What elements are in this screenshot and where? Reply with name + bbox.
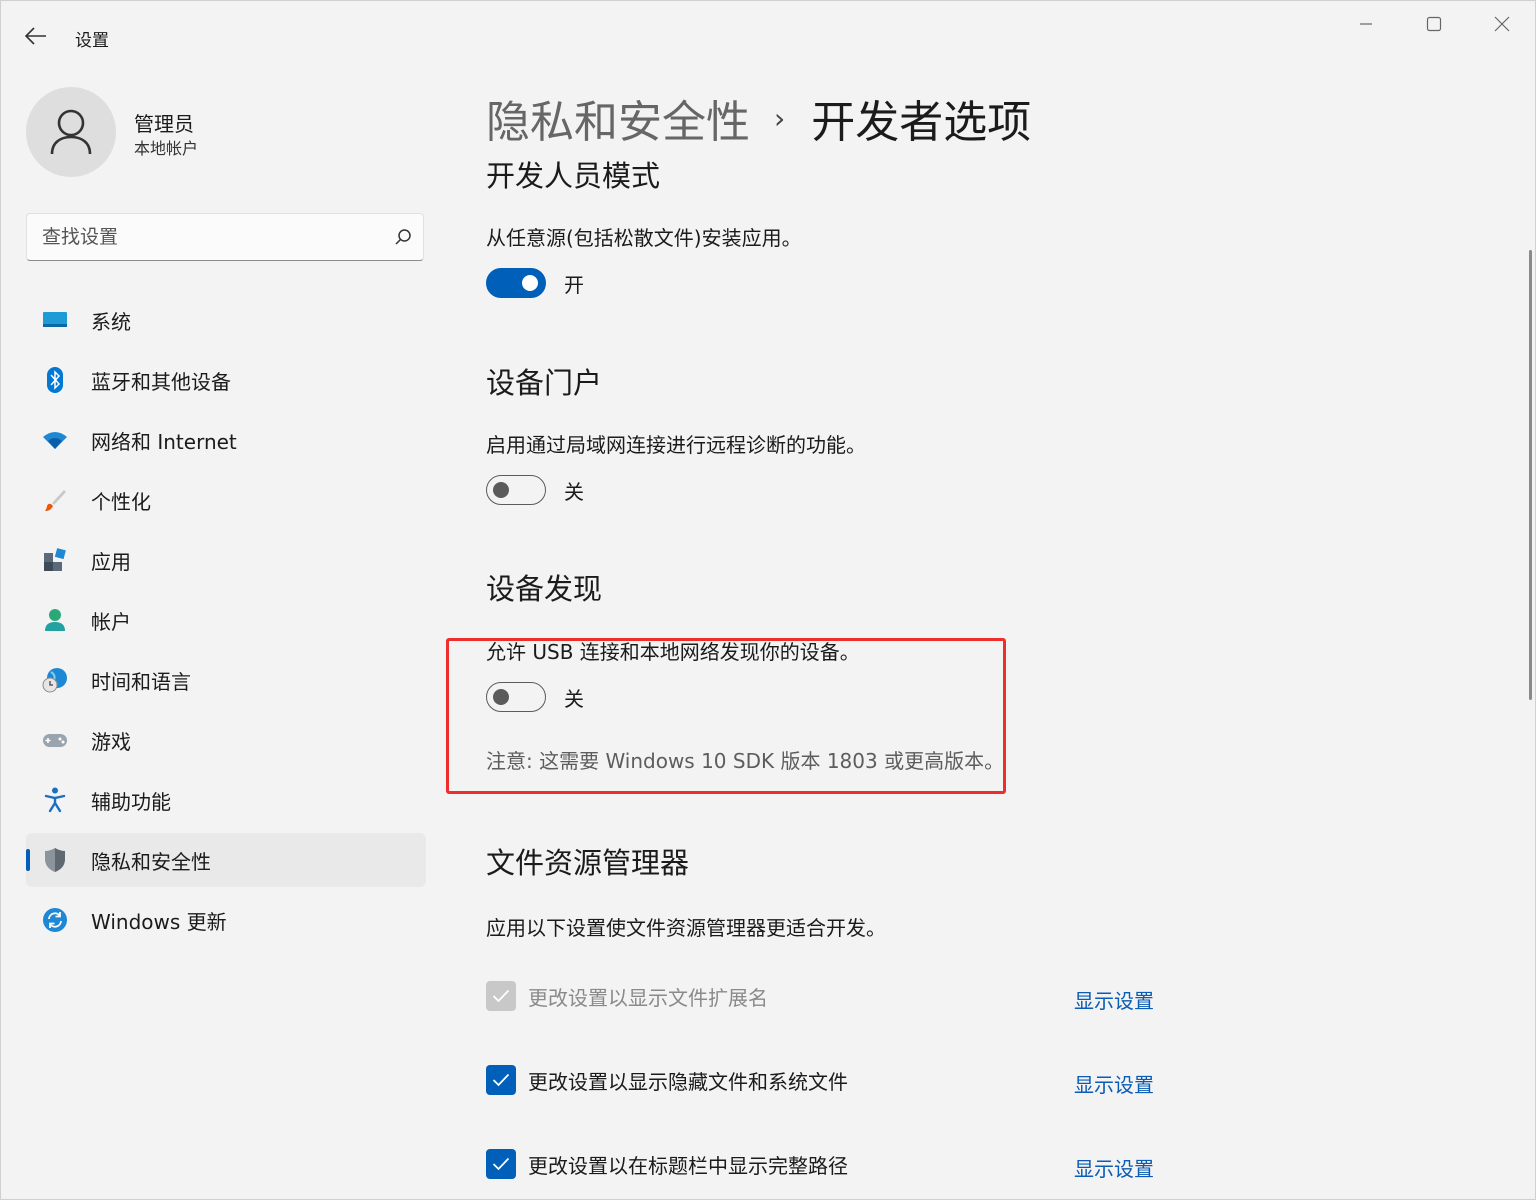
sidebar-item-time-language[interactable]: 时间和语言 — [26, 653, 426, 707]
minimize-icon — [1360, 23, 1372, 25]
sidebar-item-bluetooth[interactable]: 蓝牙和其他设备 — [26, 353, 426, 407]
accessibility-icon — [41, 786, 69, 814]
back-button[interactable] — [18, 20, 54, 52]
developer-mode-toggle-row: 开 — [486, 268, 584, 298]
user-name: 管理员 — [134, 112, 194, 136]
sidebar-item-label: 应用 — [91, 549, 131, 574]
option-row-full-path: 更改设置以在标题栏中显示完整路径 显示设置 — [486, 1149, 1186, 1182]
option-row-show-hidden: 更改设置以显示隐藏文件和系统文件 显示设置 — [486, 1065, 1186, 1098]
account-icon — [41, 606, 69, 634]
file-explorer-description: 应用以下设置使文件资源管理器更适合开发。 — [486, 916, 886, 940]
device-portal-toggle-label: 关 — [564, 479, 584, 504]
update-icon — [41, 906, 69, 934]
breadcrumb-parent[interactable]: 隐私和安全性 — [486, 86, 750, 150]
avatar[interactable] — [26, 87, 116, 177]
checkmark-icon — [492, 1073, 510, 1087]
close-icon — [1494, 16, 1510, 32]
breadcrumb: 隐私和安全性 › 开发者选项 — [486, 86, 1031, 150]
sidebar-item-label: 时间和语言 — [91, 669, 191, 694]
show-hidden-files-label: 更改设置以显示隐藏文件和系统文件 — [528, 1069, 848, 1094]
maximize-button[interactable] — [1400, 0, 1468, 48]
device-portal-toggle[interactable] — [486, 475, 546, 505]
file-explorer-title: 文件资源管理器 — [486, 846, 690, 880]
scrollbar[interactable] — [1529, 250, 1532, 700]
search-icon[interactable] — [383, 217, 423, 257]
globe-clock-icon — [41, 666, 69, 694]
show-hidden-files-checkbox[interactable] — [486, 1065, 516, 1095]
sidebar-item-label: 帐户 — [91, 609, 131, 634]
shield-icon — [41, 846, 69, 874]
highlight-annotation-box — [446, 638, 1006, 794]
show-extensions-checkbox[interactable] — [486, 981, 516, 1011]
checkmark-icon — [492, 1157, 510, 1171]
minimize-button[interactable] — [1332, 0, 1400, 48]
device-discovery-title: 设备发现 — [486, 572, 603, 606]
sidebar-item-personalization[interactable]: 个性化 — [26, 473, 426, 527]
developer-mode-description: 从任意源(包括松散文件)安装应用。 — [486, 226, 802, 250]
sidebar-nav: 系统 蓝牙和其他设备 网络和 Internet 个性化 应用 帐户 时间和语言 … — [26, 293, 426, 953]
sidebar-item-label: 个性化 — [91, 489, 151, 514]
user-icon — [50, 109, 92, 155]
page-title: 开发者选项 — [811, 97, 1032, 148]
sidebar-item-label: 辅助功能 — [91, 789, 171, 814]
account-type: 本地帐户 — [134, 139, 199, 158]
checkmark-icon — [492, 989, 510, 1003]
developer-mode-title: 开发人员模式 — [486, 159, 661, 193]
device-portal-description: 启用通过局域网连接进行远程诊断的功能。 — [486, 433, 866, 457]
full-path-label: 更改设置以在标题栏中显示完整路径 — [528, 1153, 848, 1178]
device-portal-title: 设备门户 — [486, 366, 603, 400]
maximize-icon — [1426, 16, 1442, 32]
close-button[interactable] — [1468, 0, 1536, 48]
sidebar-item-label: 蓝牙和其他设备 — [91, 369, 231, 394]
search-box — [26, 213, 424, 261]
toggle-knob — [493, 482, 509, 498]
sidebar-item-network[interactable]: 网络和 Internet — [26, 413, 426, 467]
window-controls — [1332, 0, 1536, 48]
bluetooth-icon — [41, 366, 69, 394]
sidebar-item-gaming[interactable]: 游戏 — [26, 713, 426, 767]
show-hidden-files-settings-link[interactable]: 显示设置 — [1074, 1069, 1154, 1098]
developer-mode-toggle-label: 开 — [564, 272, 584, 297]
sidebar-item-windows-update[interactable]: Windows 更新 — [26, 893, 426, 947]
sidebar-item-accessibility[interactable]: 辅助功能 — [26, 773, 426, 827]
sidebar-item-accounts[interactable]: 帐户 — [26, 593, 426, 647]
sidebar-item-system[interactable]: 系统 — [26, 293, 426, 347]
sidebar-item-label: Windows 更新 — [91, 909, 227, 934]
show-extensions-settings-link[interactable]: 显示设置 — [1074, 985, 1154, 1014]
sidebar-item-label: 系统 — [91, 309, 131, 334]
device-portal-toggle-row: 关 — [486, 475, 584, 505]
show-extensions-label: 更改设置以显示文件扩展名 — [528, 985, 768, 1010]
developer-mode-toggle[interactable] — [486, 268, 546, 298]
sidebar-item-privacy-security[interactable]: 隐私和安全性 — [26, 833, 426, 887]
gamepad-icon — [41, 726, 69, 754]
chevron-right-icon: › — [774, 101, 786, 135]
search-input[interactable] — [27, 226, 383, 248]
sidebar-item-label: 隐私和安全性 — [91, 849, 211, 874]
monitor-icon — [41, 306, 69, 334]
sidebar-item-label: 游戏 — [91, 729, 131, 754]
sidebar-item-apps[interactable]: 应用 — [26, 533, 426, 587]
brush-icon — [41, 486, 69, 514]
toggle-knob — [522, 275, 538, 291]
wifi-icon — [41, 426, 69, 454]
arrow-left-icon — [25, 27, 46, 45]
apps-icon — [41, 546, 69, 574]
sidebar-item-label: 网络和 Internet — [91, 429, 237, 454]
full-path-settings-link[interactable]: 显示设置 — [1074, 1153, 1154, 1182]
option-row-show-extensions: 更改设置以显示文件扩展名 显示设置 — [486, 981, 1186, 1014]
app-title: 设置 — [75, 31, 109, 51]
full-path-checkbox[interactable] — [486, 1149, 516, 1179]
